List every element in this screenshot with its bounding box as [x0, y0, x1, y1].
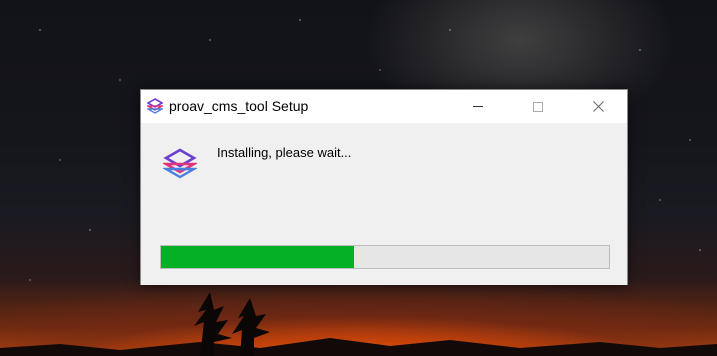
title-bar[interactable]: proav_cms_tool Setup	[141, 90, 627, 123]
mountain-silhouette	[0, 338, 717, 356]
installer-body: Installing, please wait...	[141, 123, 627, 285]
maximize-icon	[533, 101, 543, 112]
close-icon	[592, 101, 604, 112]
close-button[interactable]	[575, 90, 621, 123]
install-status-text: Installing, please wait...	[217, 145, 352, 160]
minimize-button[interactable]	[455, 90, 501, 123]
layers-cube-icon	[163, 148, 197, 179]
tree-silhouette	[194, 292, 270, 356]
window-title: proav_cms_tool Setup	[169, 98, 309, 114]
install-progress-fill	[161, 246, 354, 268]
install-progress-bar	[160, 245, 610, 269]
minimize-icon	[473, 106, 483, 107]
setup-window: proav_cms_tool Setup Installing, please …	[140, 89, 628, 285]
maximize-button[interactable]	[515, 90, 561, 123]
layers-cube-icon	[147, 98, 163, 114]
